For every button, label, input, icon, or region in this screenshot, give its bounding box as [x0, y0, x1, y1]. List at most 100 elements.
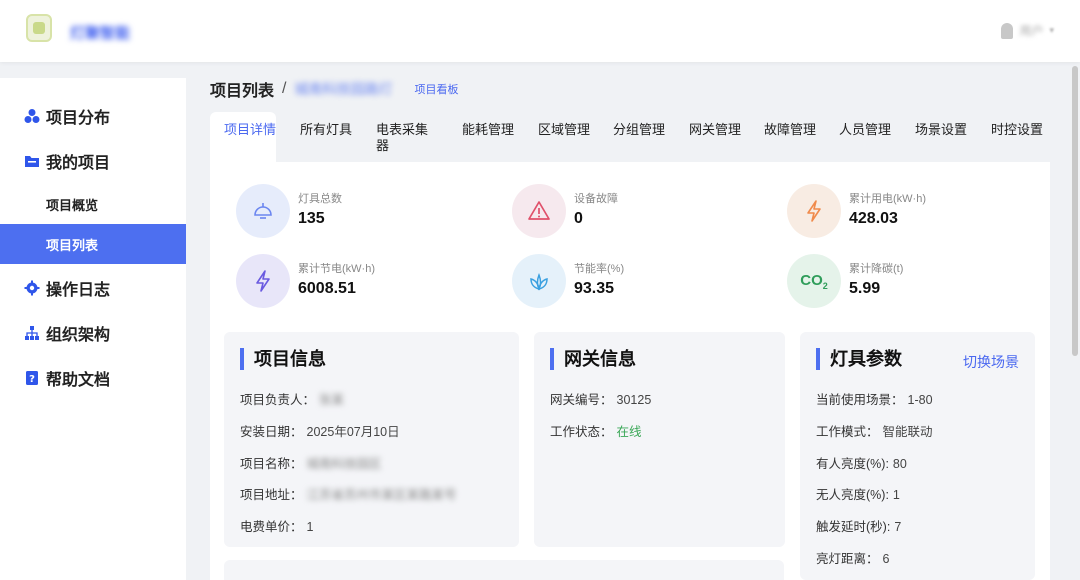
- sidebar-item-project-distribution[interactable]: 项目分布: [0, 96, 186, 136]
- stat-value: 428.03: [849, 210, 898, 227]
- co2-text: CO: [800, 271, 823, 289]
- row-value: 张某: [319, 393, 345, 407]
- tab-bar: 项目详情 所有灯具 电表采集器 能耗管理 区域管理 分组管理 网关管理 故障管理…: [210, 112, 1050, 162]
- breadcrumb-title[interactable]: 项目列表: [210, 77, 274, 101]
- sidebar-item-project-list[interactable]: 项目列表: [0, 224, 186, 264]
- sidebar: 项目分布 我的项目 项目概览 项目列表 操作日志 组织架构 ? 帮助文档: [0, 78, 186, 580]
- row-value: 江苏省苏州市某区某路某号: [306, 488, 457, 502]
- lamp-icon: [236, 184, 290, 238]
- row-value: 1: [306, 520, 314, 534]
- status-badge: 在线: [616, 425, 642, 439]
- gateway-row-status: 工作状态： 在线: [550, 421, 642, 440]
- stat-value: 6008.51: [298, 280, 356, 297]
- row-value: 1: [892, 488, 900, 502]
- row-value: 30125: [616, 393, 652, 407]
- app-logo[interactable]: [26, 14, 52, 42]
- stat-value: 5.99: [849, 280, 881, 297]
- param-row-mode: 工作模式： 智能联动: [816, 421, 933, 440]
- stat-label: 累计降碳(t): [849, 263, 904, 275]
- stat-value: 135: [298, 210, 325, 227]
- sidebar-item-operation-log[interactable]: 操作日志: [0, 268, 186, 308]
- switch-scene-button[interactable]: 切换场景: [963, 352, 1019, 372]
- tab-fault-management[interactable]: 故障管理: [750, 112, 816, 162]
- info-row-project-name: 项目名称： 城南科技园区: [240, 453, 382, 472]
- tab-all-lamps[interactable]: 所有灯具: [286, 112, 352, 162]
- stat-value: 93.35: [574, 280, 615, 297]
- sidebar-item-label: 我的项目: [46, 155, 111, 172]
- folder-icon: [24, 153, 40, 169]
- row-value: 80: [892, 457, 907, 471]
- tab-meter-collector[interactable]: 电表采集器: [362, 112, 428, 162]
- tab-energy-management[interactable]: 能耗管理: [448, 112, 514, 162]
- sidebar-item-help-docs[interactable]: ? 帮助文档: [0, 358, 186, 398]
- row-label: 项目名称：: [240, 457, 303, 471]
- stat-label: 累计节电(kW·h): [298, 263, 375, 275]
- tab-area-management[interactable]: 区域管理: [524, 112, 590, 162]
- row-label: 工作模式：: [816, 425, 879, 439]
- project-details-panel: 灯具总数 135 设备故障 0 累计用电(kW·h) 428.03 累计节电(k…: [210, 162, 1050, 580]
- co2-icon: CO2: [787, 254, 841, 308]
- cluster-icon: [24, 108, 40, 124]
- info-row-address: 项目地址： 江苏省苏州市某区某路某号: [240, 484, 457, 503]
- gateway-row-id: 网关编号： 30125: [550, 389, 651, 408]
- stat-label: 设备故障: [574, 193, 618, 205]
- breadcrumb-separator: /: [282, 80, 287, 97]
- info-row-owner: 项目负责人： 张某: [240, 389, 344, 408]
- user-menu[interactable]: 用户 ▾: [1001, 22, 1054, 39]
- tab-gateway-management[interactable]: 网关管理: [675, 112, 741, 162]
- leaf-icon: [512, 254, 566, 308]
- row-label: 项目地址：: [240, 488, 303, 502]
- breadcrumb: 项目列表 / 城南科技园路灯 项目看板: [210, 78, 458, 100]
- stat-label: 节能率(%): [574, 263, 625, 275]
- tab-scene-settings[interactable]: 场景设置: [901, 112, 967, 162]
- sidebar-item-label: 项目分布: [46, 110, 111, 127]
- sidebar-item-project-overview[interactable]: 项目概览: [0, 184, 186, 224]
- stat-device-faults: 设备故障 0: [512, 184, 732, 240]
- sidebar-item-label: 操作日志: [46, 282, 111, 299]
- project-board-link[interactable]: 项目看板: [414, 81, 458, 97]
- info-row-unit-price: 电费单价： 1: [240, 516, 313, 535]
- stat-total-lamps: 灯具总数 135: [236, 184, 456, 240]
- tab-personnel-management[interactable]: 人员管理: [825, 112, 891, 162]
- row-label: 无人亮度(%):: [816, 488, 889, 502]
- tab-project-details[interactable]: 项目详情: [210, 112, 276, 162]
- stat-carbon-reduction: CO2 累计降碳(t) 5.99: [787, 254, 1007, 310]
- param-row-scene: 当前使用场景： 1-80: [816, 389, 933, 408]
- stat-value: 0: [574, 210, 583, 227]
- row-value: 7: [894, 520, 902, 534]
- tab-time-control-settings[interactable]: 时控设置: [977, 112, 1043, 162]
- bolt-outline-icon: [236, 254, 290, 308]
- row-label: 触发延时(秒):: [816, 520, 891, 534]
- row-value: 城南科技园区: [306, 457, 382, 471]
- lamp-params-card: 灯具参数 切换场景 当前使用场景： 1-80 工作模式： 智能联动 有人亮度(%):…: [800, 332, 1035, 580]
- row-label: 项目负责人：: [240, 393, 316, 407]
- row-value: 1-80: [907, 393, 933, 407]
- stat-label: 灯具总数: [298, 193, 342, 205]
- row-label: 工作状态：: [550, 425, 613, 439]
- stat-saving-rate: 节能率(%) 93.35: [512, 254, 732, 310]
- warning-icon: [512, 184, 566, 238]
- row-label: 安装日期：: [240, 425, 303, 439]
- gear-icon: [24, 280, 40, 296]
- sidebar-item-org-structure[interactable]: 组织架构: [0, 313, 186, 353]
- help-doc-icon: ?: [24, 370, 40, 386]
- sidebar-item-my-projects[interactable]: 我的项目: [0, 141, 186, 181]
- tab-group-management[interactable]: 分组管理: [599, 112, 665, 162]
- breadcrumb-project-name: 城南科技园路灯: [294, 81, 393, 97]
- svg-text:?: ?: [29, 374, 35, 385]
- brand-name[interactable]: 灯聚智能: [70, 22, 130, 43]
- row-value: 智能联动: [882, 425, 933, 439]
- row-label: 电费单价：: [240, 520, 303, 534]
- param-row-trigger-delay: 触发延时(秒): 7: [816, 516, 901, 535]
- stat-label: 累计用电(kW·h): [849, 193, 926, 205]
- row-label: 当前使用场景：: [816, 393, 904, 407]
- row-value: 2025年07月10日: [306, 425, 400, 439]
- row-value: 6: [882, 552, 890, 566]
- sidebar-item-label: 组织架构: [46, 327, 111, 344]
- next-card-edge: [224, 560, 784, 580]
- sidebar-item-label: 帮助文档: [46, 372, 111, 389]
- param-row-light-distance: 亮灯距离： 6: [816, 548, 889, 567]
- page-scrollbar[interactable]: [1072, 66, 1078, 356]
- chevron-down-icon: ▾: [1049, 25, 1054, 35]
- stat-total-savings: 累计节电(kW·h) 6008.51: [236, 254, 456, 310]
